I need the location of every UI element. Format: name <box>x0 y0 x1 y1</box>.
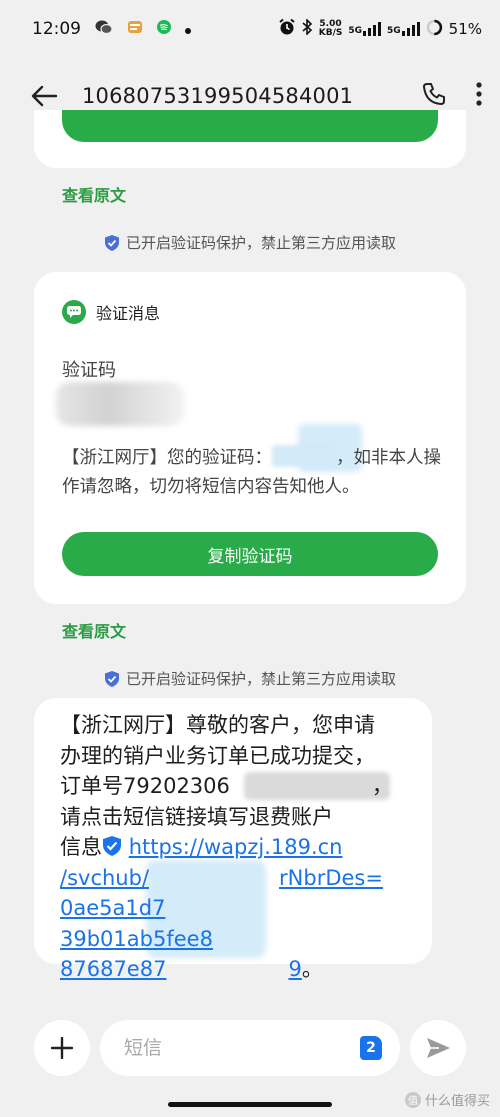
plus-icon <box>51 1037 73 1059</box>
signal-sim1: 5G <box>348 22 381 36</box>
code-protection-note: 已开启验证码保护，禁止第三方应用读取 <box>0 232 500 253</box>
punctuation: 。 <box>301 957 323 981</box>
app-actions <box>422 82 482 110</box>
wechat-notification-icon <box>95 19 113 40</box>
send-button[interactable] <box>410 1020 466 1076</box>
conversation-title: 1068075319950458400​1 <box>82 84 354 108</box>
info-label: 信息 <box>60 835 102 859</box>
verification-card-header: 验证消息 <box>62 300 160 324</box>
battery-percent: 51% <box>448 20 482 38</box>
message-bubble[interactable]: 【浙江网厅】尊敬的客户，您申请 办理的销户业务订单已成功提交， 订单号79202… <box>34 698 432 981</box>
redacted-code-value <box>56 382 184 426</box>
verification-code-label: 验证码 <box>62 360 116 381</box>
previous-copy-button[interactable] <box>62 110 438 142</box>
punctuation: ， <box>371 774 393 798</box>
home-indicator[interactable] <box>168 1102 332 1107</box>
composer-bar: 2 值 什么值得买 <box>0 1000 500 1117</box>
refund-link[interactable]: 0ae5a1d7 <box>60 896 165 920</box>
message-line: 【浙江网厅】尊敬的客户，您申请 <box>60 713 375 737</box>
call-button[interactable] <box>422 82 446 110</box>
back-button[interactable] <box>28 80 60 112</box>
arrow-left-icon <box>31 85 57 107</box>
phone-icon <box>423 83 445 105</box>
status-right: 5.00 KB/S 5G 5G 51% <box>278 18 482 40</box>
more-vertical-icon <box>476 82 482 106</box>
shield-check-icon <box>104 670 119 687</box>
signal-type-label: 5G <box>348 26 362 36</box>
message-text: 【浙江网厅】尊敬的客户，您申请 办理的销户业务订单已成功提交， 订单号79202… <box>60 710 416 985</box>
message-bubble-icon <box>62 300 86 324</box>
sim-slot-badge[interactable]: 2 <box>360 1036 382 1060</box>
signal-type-label: 5G <box>387 26 401 36</box>
message-input[interactable] <box>124 1037 324 1059</box>
more-notifications-dot-icon <box>185 19 191 39</box>
watermark-text: 什么值得买 <box>424 1094 490 1109</box>
verified-link-shield-icon <box>103 836 121 856</box>
network-speed: 5.00 KB/S <box>319 20 343 38</box>
shield-check-icon <box>104 234 119 251</box>
refund-link[interactable]: 9 <box>288 957 301 981</box>
message-line: 87687e87 9。 <box>60 954 416 985</box>
refund-link[interactable]: https://wapzj.189.cn <box>129 835 343 859</box>
message-line: 信息 https://wapzj.189.cn <box>60 832 416 863</box>
refund-link[interactable]: 39b01ab5fee8 <box>60 927 213 951</box>
bluetooth-icon <box>302 18 313 39</box>
refund-link[interactable]: rNbrDes= <box>279 866 383 890</box>
refund-link[interactable]: /svchub/ <box>60 866 149 890</box>
verification-card: 验证消息 验证码 【浙江网厅】您的验证码： ，如非本人操作请忽略，切勿将短信内容告… <box>34 272 466 604</box>
attach-button[interactable] <box>34 1020 90 1076</box>
view-original-link[interactable]: 查看原文 <box>62 618 126 642</box>
notification-icons <box>95 19 191 40</box>
previous-verification-card <box>34 110 466 168</box>
message-line: 0ae5a1d7 39b01ab5fee8 <box>60 893 416 954</box>
message-line: 办理的销户业务订单已成功提交， <box>60 743 375 768</box>
refund-link[interactable]: 87687e87 <box>60 957 166 981</box>
verification-message-text: 【浙江网厅】您的验证码： ，如非本人操作请忽略，切勿将短信内容告知他人。 <box>62 444 446 502</box>
watermark: 值 什么值得买 <box>404 1090 490 1109</box>
view-original-link[interactable]: 查看原文 <box>62 182 126 206</box>
status-time: 12:09 <box>32 19 81 39</box>
message-line: /svchub/rNbrDes= <box>60 863 416 894</box>
spotify-notification-icon <box>157 19 171 39</box>
network-speed-unit: KB/S <box>318 28 343 38</box>
copy-code-label: 复制验证码 <box>207 546 293 567</box>
alarm-icon <box>278 18 296 40</box>
signal-sim2: 5G <box>387 22 420 36</box>
message-input-container[interactable]: 2 <box>100 1020 400 1076</box>
order-number-prefix: 订单号79202306 <box>60 774 230 798</box>
code-protection-note: 已开启验证码保护，禁止第三方应用读取 <box>0 668 500 689</box>
app-notification-icon <box>127 19 143 39</box>
redacted-code <box>272 445 336 467</box>
verification-card-title: 验证消息 <box>96 304 161 323</box>
watermark-logo: 值 <box>404 1091 421 1108</box>
more-options-button[interactable] <box>476 82 482 110</box>
code-protection-text: 已开启验证码保护，禁止第三方应用读取 <box>125 234 396 252</box>
message-line: 订单号79202306 ， <box>60 771 416 802</box>
signal-bars-icon <box>363 22 381 36</box>
code-protection-text: 已开启验证码保护，禁止第三方应用读取 <box>125 670 396 688</box>
message-line: 请点击短信链接填写退费账户 <box>60 804 333 829</box>
copy-code-button[interactable]: 复制验证码 <box>62 532 438 576</box>
verification-message-part1: 【浙江网厅】您的验证码： <box>62 448 272 468</box>
battery-ring-icon <box>426 19 443 40</box>
signal-bars-icon <box>401 22 420 36</box>
send-icon <box>427 1038 450 1058</box>
status-bar: 12:09 5.00 KB/S 5G 5G 51% <box>0 0 500 58</box>
